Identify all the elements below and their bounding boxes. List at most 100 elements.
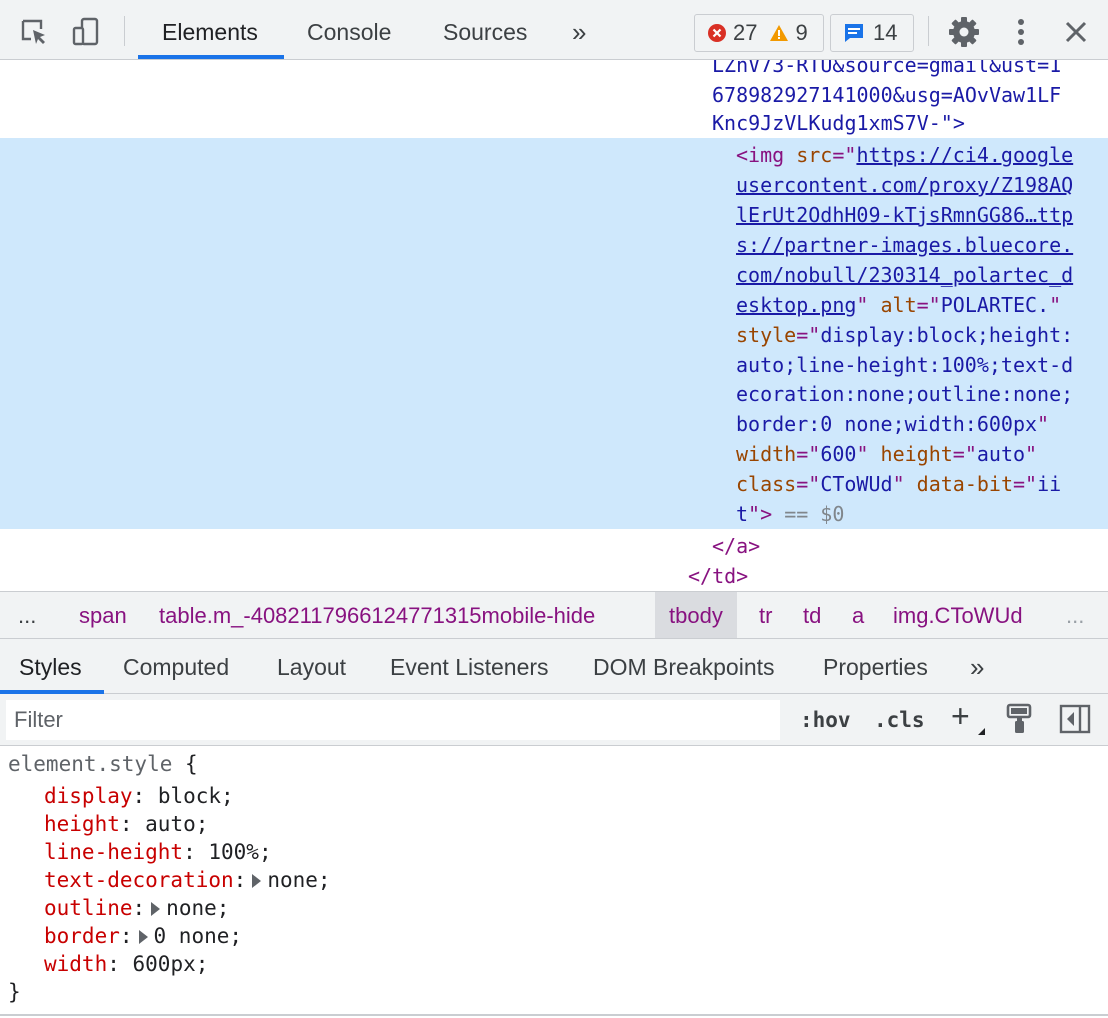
tab-computed[interactable]: Computed (123, 639, 229, 694)
messages-counter[interactable]: 14 (830, 14, 914, 52)
dom-line-close-a[interactable]: </a> (712, 531, 760, 561)
dom-line[interactable]: Knc9JzVLKudg1xmS7V-"> (712, 108, 965, 138)
dom-line[interactable]: style="display:block;height: (736, 320, 1073, 350)
style-declaration[interactable]: display: block; (44, 782, 234, 810)
dom-line[interactable]: border:0 none;width:600px" (736, 409, 1049, 439)
dom-line[interactable]: s://partner-images.bluecore. (736, 230, 1073, 260)
attr-name: data-bit (916, 472, 1013, 496)
tab-sources[interactable]: Sources (443, 0, 527, 60)
styles-toolbar: :hov .cls + (0, 694, 1108, 746)
src-link[interactable]: usercontent.com/proxy/Z198AQ (736, 173, 1073, 197)
tab-elements[interactable]: Elements (162, 0, 258, 60)
attr-value: display:block;height: (820, 323, 1074, 347)
property-name[interactable]: outline (44, 896, 133, 920)
attr-value: auto (976, 442, 1026, 466)
dom-line[interactable]: class="CToWUd" data-bit="ii (736, 469, 1061, 499)
dom-line-img-open[interactable]: <img src="https://ci4.google (736, 140, 1073, 170)
attr-value: POLARTEC. (940, 293, 1050, 317)
message-count: 14 (873, 20, 898, 45)
property-name[interactable]: border (44, 924, 120, 948)
dom-line[interactable]: usercontent.com/proxy/Z198AQ (736, 170, 1073, 200)
expand-triangle-icon[interactable] (151, 902, 161, 916)
property-value[interactable]: block; (158, 784, 234, 808)
dom-line-close-td[interactable]: </td> (688, 561, 748, 591)
dom-line[interactable]: 678982927141000&usg=AOvVaw1LF (712, 80, 1061, 110)
property-name[interactable]: height (44, 812, 120, 836)
style-declaration[interactable]: text-decoration: none; (44, 866, 331, 894)
breadcrumb-item[interactable]: table.m_-4082117966124771315mobile-hide (159, 592, 595, 638)
breadcrumb-overflow-right[interactable]: ... (1066, 592, 1084, 638)
src-link[interactable]: s://partner-images.bluecore. (736, 233, 1073, 257)
style-declaration[interactable]: line-height: 100%; (44, 838, 272, 866)
breadcrumb-overflow-left[interactable]: ... (18, 592, 36, 638)
attr-name: width (736, 442, 797, 466)
dom-line[interactable]: LZnV73-RTU&source=gmail&ust=1 (712, 60, 1061, 80)
issues-counter[interactable]: 27 9 (694, 14, 824, 52)
tag-name: <img (736, 143, 785, 167)
breadcrumb-item[interactable]: td (803, 592, 821, 638)
property-value[interactable]: 0 none; (154, 924, 243, 948)
property-value[interactable]: 100%; (208, 840, 271, 864)
property-value[interactable]: none; (166, 896, 229, 920)
tab-styles[interactable]: Styles (19, 639, 82, 694)
dom-line[interactable]: t"> == $0 (736, 499, 844, 529)
attr-name: height (880, 442, 953, 466)
dom-line[interactable]: width="600" height="auto" (736, 439, 1037, 469)
close-icon[interactable] (1058, 14, 1094, 50)
breadcrumb-item-selected[interactable]: tbody (655, 592, 737, 638)
styles-filter-input[interactable] (6, 700, 780, 740)
expand-triangle-icon[interactable] (252, 874, 262, 888)
breadcrumb-item[interactable]: span (79, 592, 127, 638)
src-link[interactable]: com/nobull/230314_polartec_d (736, 263, 1073, 287)
property-value[interactable]: 600px; (133, 952, 209, 976)
pane-divider (0, 1014, 1108, 1016)
more-panel-tabs-button[interactable]: » (970, 639, 984, 694)
inspect-element-icon[interactable] (16, 14, 52, 50)
property-name[interactable]: display (44, 784, 133, 808)
style-declaration[interactable]: border: 0 none; (44, 922, 242, 950)
settings-gear-icon[interactable] (946, 14, 982, 50)
devtools-toolbar: Elements Console Sources » 27 9 14 (0, 0, 1108, 60)
dom-line[interactable]: ecoration:none;outline:none; (736, 379, 1073, 409)
paint-format-icon[interactable] (1006, 703, 1034, 740)
breadcrumb-item[interactable]: tr (759, 592, 772, 638)
style-rule-header[interactable]: element.style { (8, 750, 198, 778)
breadcrumb-item[interactable]: img.CToWUd (893, 592, 1023, 638)
device-toolbar-icon[interactable] (68, 14, 104, 50)
hover-state-toggle[interactable]: :hov (800, 702, 851, 738)
attr-name: style (736, 323, 797, 347)
style-declaration[interactable]: width: 600px; (44, 950, 208, 978)
class-toggle[interactable]: .cls (874, 702, 925, 738)
property-value[interactable]: none; (267, 868, 330, 892)
tab-layout[interactable]: Layout (277, 639, 346, 694)
toggle-computed-sidebar-icon[interactable] (1059, 704, 1091, 739)
style-declaration[interactable]: outline: none; (44, 894, 229, 922)
dom-line[interactable]: lErUt2OdhH09-kTjsRmnGG86…ttp (736, 200, 1073, 230)
new-style-rule-button[interactable]: + (951, 698, 970, 734)
attr-name: src (796, 143, 833, 167)
dom-line[interactable]: com/nobull/230314_polartec_d (736, 260, 1073, 290)
active-tab-indicator (138, 55, 284, 59)
tab-properties[interactable]: Properties (823, 639, 928, 694)
property-name[interactable]: width (44, 952, 107, 976)
dom-line[interactable]: auto;line-height:100%;text-d (736, 350, 1073, 380)
property-value[interactable]: auto; (145, 812, 208, 836)
property-name[interactable]: text-decoration (44, 868, 234, 892)
property-name[interactable]: line-height (44, 840, 183, 864)
tab-event-listeners[interactable]: Event Listeners (390, 639, 549, 694)
attr-value: ii (1037, 472, 1062, 496)
dom-line[interactable]: esktop.png" alt="POLARTEC." (736, 290, 1061, 320)
more-options-icon[interactable] (1003, 14, 1039, 50)
src-link[interactable]: https://ci4.google (856, 143, 1073, 167)
warning-icon (769, 23, 789, 43)
src-link[interactable]: esktop.png (736, 293, 856, 317)
tab-console[interactable]: Console (307, 0, 391, 60)
tab-dom-breakpoints[interactable]: DOM Breakpoints (593, 639, 775, 694)
breadcrumb-item[interactable]: a (852, 592, 864, 638)
expand-triangle-icon[interactable] (138, 930, 148, 944)
attr-value-fragment: Knc9JzVLKudg1xmS7V-"> (712, 111, 965, 135)
plus-icon: + (951, 698, 970, 734)
more-tabs-button[interactable]: » (572, 0, 586, 60)
style-declaration[interactable]: height: auto; (44, 810, 208, 838)
src-link[interactable]: lErUt2OdhH09-kTjsRmnGG86…ttp (736, 203, 1073, 227)
